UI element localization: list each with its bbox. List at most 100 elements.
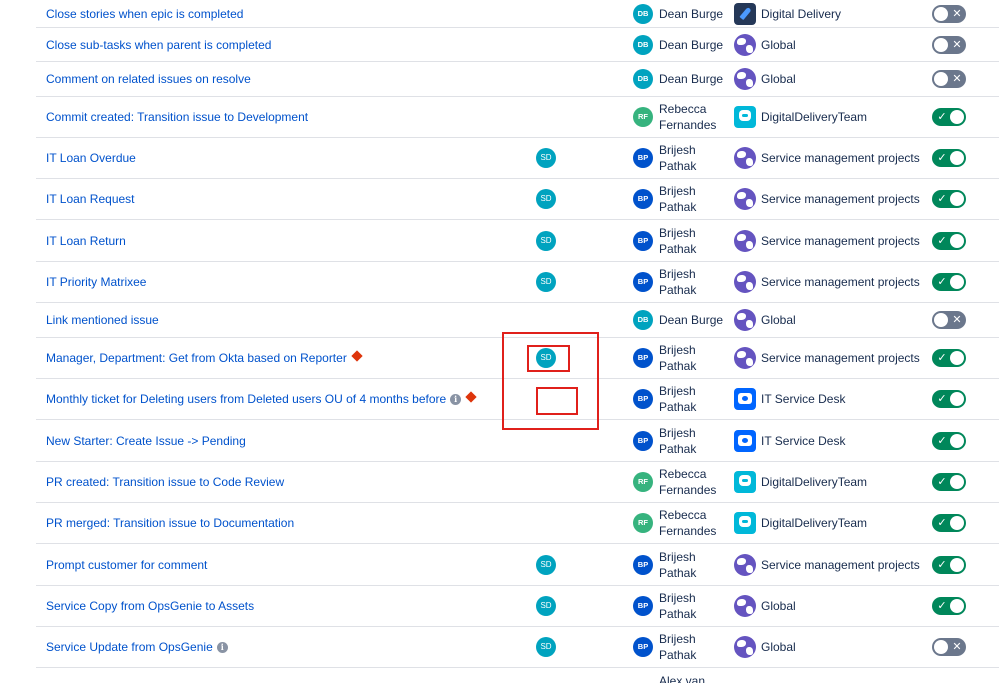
check-icon: ✓ (937, 233, 947, 247)
rule-row: PR merged: Transition issue to Documenta… (36, 503, 999, 544)
rule-enabled-toggle[interactable]: ✕ (932, 638, 966, 656)
toggle-knob (950, 516, 964, 530)
rule-enabled-toggle[interactable]: ✓ (932, 273, 966, 291)
toggle-knob (950, 110, 964, 124)
rule-name-link[interactable]: Comment on related issues on resolve (46, 72, 251, 86)
globe-icon (734, 188, 756, 210)
rule-owner: BP Brijesh Pathak (633, 183, 729, 215)
rule-scope: Service management projects (734, 229, 920, 252)
rule-enabled-toggle[interactable]: ✓ (932, 390, 966, 408)
rule-enabled-toggle[interactable]: ✓ (932, 431, 966, 450)
owner-avatar: BP (633, 148, 653, 168)
rule-scope: DigitalDeliveryTeam (734, 106, 867, 128)
rule-name-link[interactable]: IT Priority Matrixee (46, 275, 146, 289)
rule-owner: BP Brijesh Pathak (633, 383, 729, 415)
rule-owner: BP Brijesh Pathak (633, 425, 729, 457)
rule-name-text: IT Priority Matrixee (46, 275, 147, 289)
rule-enabled-toggle[interactable]: ✓ (932, 597, 966, 615)
rule-owner: DB Dean Burge (633, 69, 729, 89)
rule-name-link[interactable]: IT Loan Overdue (46, 151, 136, 165)
rule-name-link[interactable]: PR merged: Transition issue to Documenta… (46, 516, 294, 530)
check-icon: ✓ (937, 557, 947, 571)
rule-scope: DigitalDeliveryTeam (734, 471, 867, 493)
rule-name-link[interactable]: Monthly ticket for Deleting users from D… (46, 391, 477, 406)
rule-owner: BP Brijesh Pathak (633, 342, 729, 374)
rule-scope: Global (734, 636, 796, 658)
close-icon: ✕ (952, 37, 962, 51)
check-icon: ✓ (937, 433, 947, 447)
owner-name: Dean Burge (659, 6, 724, 21)
rule-name-link[interactable]: Link mentioned issue (46, 313, 159, 327)
info-icon[interactable]: i (450, 393, 462, 405)
rule-enabled-toggle[interactable]: ✓ (932, 190, 966, 208)
owner-avatar: BP (633, 637, 653, 657)
rule-row: Commit created: Transition issue to Deve… (36, 97, 999, 138)
service-desk-icon (734, 429, 756, 452)
rule-enabled-toggle[interactable]: ✕ (932, 70, 966, 88)
owner-avatar: BP (633, 430, 653, 451)
owner-avatar: BP (633, 272, 653, 292)
warning-icon (465, 391, 477, 403)
scope-name: IT Service Desk (761, 433, 846, 448)
warning-icon (351, 350, 363, 362)
rule-enabled-toggle[interactable]: ✕ (932, 35, 966, 54)
sd-project-badge: SD (536, 637, 556, 657)
scope-name: Service management projects (761, 275, 920, 289)
rule-row: Close sub-tasks when parent is completed… (36, 28, 999, 62)
rule-name-link[interactable]: Service Update from OpsGenie i (46, 640, 228, 654)
close-icon: ✕ (952, 72, 962, 85)
rule-name-link[interactable]: Service Copy from OpsGenie to Assets (46, 599, 254, 613)
rule-name-link[interactable]: Manager, Department: Get from Okta based… (46, 350, 363, 365)
globe-icon (734, 271, 756, 293)
owner-avatar: DB (633, 34, 653, 55)
rule-name-text: PR created: Transition issue to Code Rev… (46, 475, 285, 489)
rule-enabled-toggle[interactable]: ✓ (932, 349, 966, 367)
owner-avatar: BP (633, 189, 653, 209)
rule-name-link[interactable]: IT Loan Return (46, 234, 126, 248)
rule-name-link[interactable]: Close sub-tasks when parent is completed (46, 38, 271, 52)
partial-row-owner-name: Alex van (659, 674, 706, 683)
owner-name: Dean Burge (659, 313, 724, 327)
sd-project-badge: SD (536, 272, 556, 292)
rule-name-link[interactable]: IT Loan Request (46, 192, 135, 206)
rule-enabled-toggle[interactable]: ✓ (932, 473, 966, 491)
rule-enabled-toggle[interactable]: ✕ (932, 4, 966, 23)
close-icon: ✕ (952, 313, 962, 326)
owner-name: Brijesh Pathak (659, 384, 697, 414)
info-icon[interactable]: i (216, 641, 228, 653)
rule-scope: Service management projects (734, 147, 920, 169)
globe-icon (734, 68, 756, 90)
owner-name: Brijesh Pathak (659, 549, 697, 580)
toggle-knob (950, 233, 964, 248)
rule-scope: IT Service Desk (734, 429, 846, 452)
owner-avatar: RF (633, 107, 653, 127)
scope-name: Global (761, 37, 796, 52)
scope-name: Global (761, 599, 796, 613)
scope-name: Service management projects (761, 557, 920, 572)
owner-name: Brijesh Pathak (659, 225, 697, 256)
rule-enabled-toggle[interactable]: ✓ (932, 555, 966, 574)
rule-enabled-toggle[interactable]: ✕ (932, 311, 966, 329)
rule-name-link[interactable]: Prompt customer for comment (46, 558, 207, 572)
rule-scope: Global (734, 33, 796, 56)
scope-name: Service management projects (761, 351, 920, 365)
scope-name: Service management projects (761, 192, 920, 206)
toggle-knob (934, 37, 948, 52)
robot-icon (734, 106, 756, 128)
rule-name-text: IT Loan Overdue (46, 151, 136, 165)
rule-enabled-toggle[interactable]: ✓ (932, 514, 966, 532)
rule-name-link[interactable]: Commit created: Transition issue to Deve… (46, 110, 308, 124)
rule-row: Close stories when epic is completed DB … (36, 0, 999, 28)
rule-enabled-toggle[interactable]: ✓ (932, 149, 966, 167)
rule-enabled-toggle[interactable]: ✓ (932, 231, 966, 250)
rule-scope: DigitalDeliveryTeam (734, 512, 867, 534)
rule-enabled-toggle[interactable]: ✓ (932, 108, 966, 126)
rule-name-link[interactable]: New Starter: Create Issue -> Pending (46, 434, 246, 448)
robot-icon (734, 512, 756, 534)
rule-name-link[interactable]: PR created: Transition issue to Code Rev… (46, 475, 284, 489)
rule-row: Comment on related issues on resolve DB … (36, 62, 999, 97)
rule-scope: Service management projects (734, 347, 920, 369)
globe-icon (734, 347, 756, 369)
scope-name: DigitalDeliveryTeam (761, 516, 868, 530)
rule-name-link[interactable]: Close stories when epic is completed (46, 7, 243, 21)
